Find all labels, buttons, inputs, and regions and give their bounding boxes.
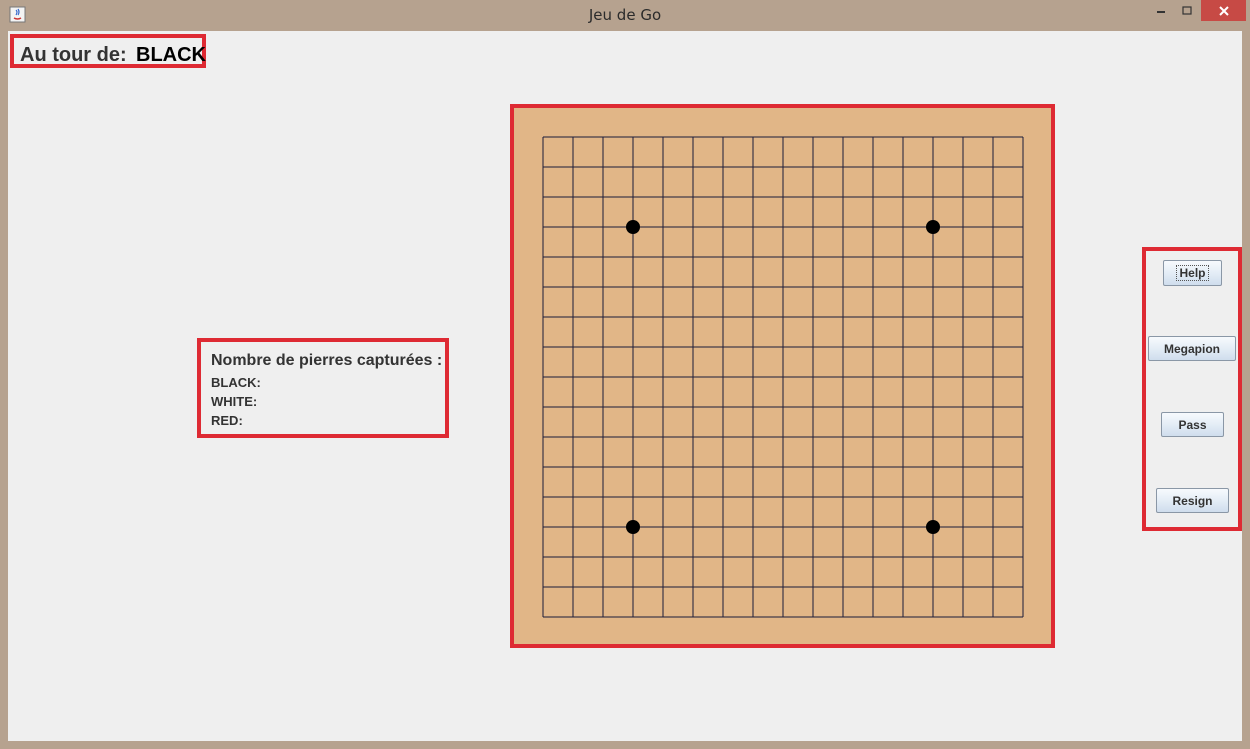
star-point bbox=[926, 220, 940, 234]
captures-red: RED: bbox=[211, 413, 243, 428]
title-bar[interactable]: Jeu de Go bbox=[0, 0, 1250, 31]
client-area: Au tour de: BLACK Nombre de pierres capt… bbox=[8, 31, 1242, 741]
help-button[interactable]: Help bbox=[1163, 260, 1222, 286]
help-button-label: Help bbox=[1176, 265, 1209, 281]
minimize-icon[interactable] bbox=[1147, 0, 1174, 21]
resign-button[interactable]: Resign bbox=[1156, 488, 1229, 513]
captures-white: WHITE: bbox=[211, 394, 258, 409]
star-point bbox=[626, 220, 640, 234]
close-icon[interactable] bbox=[1201, 0, 1246, 21]
megapion-button[interactable]: Megapion bbox=[1148, 336, 1236, 361]
actions-panel: Help Megapion Pass Resign bbox=[1142, 247, 1242, 531]
window-title: Jeu de Go bbox=[588, 6, 662, 24]
turn-indicator-panel: Au tour de: BLACK bbox=[10, 34, 206, 68]
star-point bbox=[626, 520, 640, 534]
maximize-icon[interactable] bbox=[1174, 0, 1200, 21]
captures-title: Nombre de pierres capturées : bbox=[211, 352, 443, 369]
turn-label: Au tour de: bbox=[20, 44, 127, 66]
current-player: BLACK bbox=[136, 44, 206, 66]
star-point bbox=[926, 520, 940, 534]
go-board-panel bbox=[510, 104, 1055, 648]
application-window: Jeu de Go Au tour de: BLACK Nombre de pi… bbox=[0, 0, 1250, 749]
go-board[interactable] bbox=[514, 108, 1051, 644]
pass-button[interactable]: Pass bbox=[1161, 412, 1224, 437]
captured-stones-panel: Nombre de pierres capturées : BLACK: WHI… bbox=[197, 338, 449, 438]
captures-black: BLACK: bbox=[211, 375, 261, 390]
